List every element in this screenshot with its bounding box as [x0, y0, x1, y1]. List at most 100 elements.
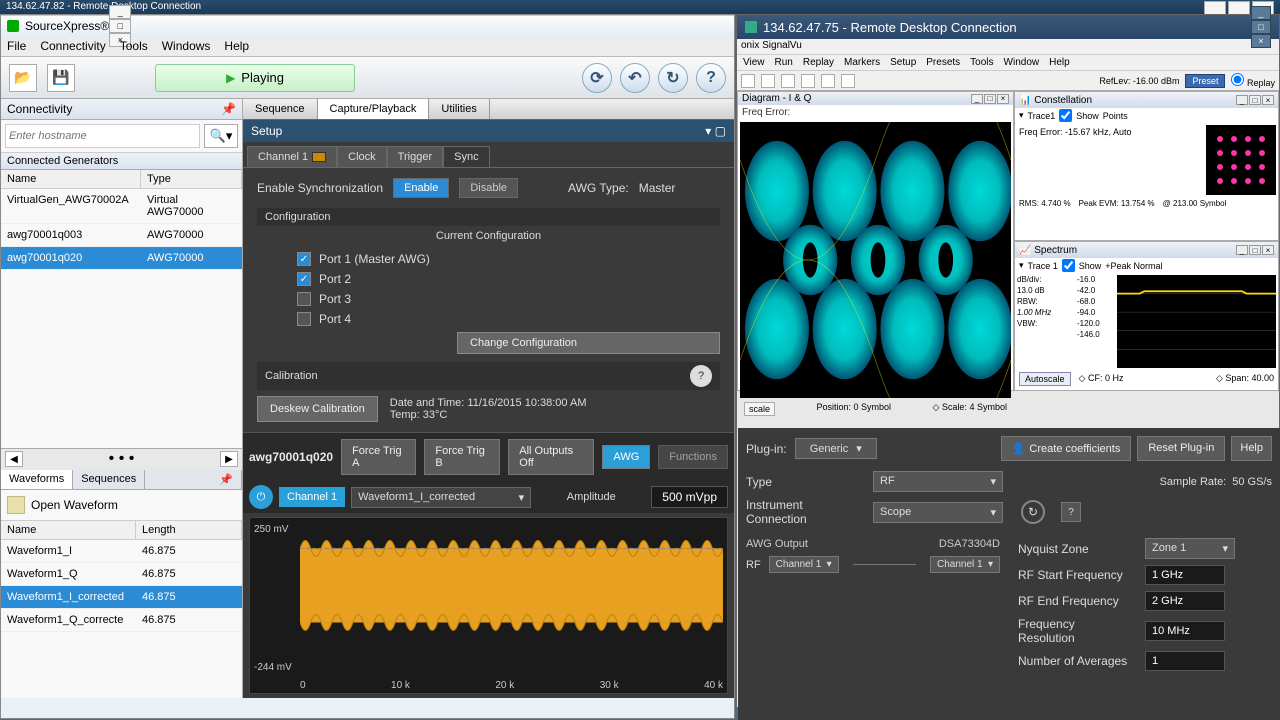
r-min[interactable]: _	[1251, 6, 1271, 20]
channel-1-label[interactable]: Channel 1	[279, 487, 345, 507]
all-outputs-off[interactable]: All Outputs Off	[508, 439, 594, 475]
preset-button[interactable]: Preset	[1185, 74, 1225, 88]
create-coef-button[interactable]: 👤Create coefficients	[1001, 436, 1132, 461]
m-replay[interactable]: Replay	[803, 57, 834, 68]
wf-pin-icon[interactable]: 📌	[211, 470, 242, 489]
avg-input[interactable]: 1	[1145, 651, 1225, 671]
m-tools[interactable]: Tools	[970, 57, 993, 68]
menu-connectivity[interactable]: Connectivity	[40, 39, 105, 53]
rf-start-input[interactable]: 1 GHz	[1145, 565, 1225, 585]
force-trig-b[interactable]: Force Trig B	[424, 439, 500, 475]
outer-min[interactable]: _	[1204, 1, 1226, 15]
deskew-button[interactable]: Deskew Calibration	[257, 396, 378, 422]
round-btn-3[interactable]: ↻	[658, 63, 688, 93]
eye-max[interactable]: □	[984, 94, 996, 104]
c-close[interactable]: ×	[1262, 95, 1274, 105]
round-btn-2[interactable]: ↶	[620, 63, 650, 93]
m-window[interactable]: Window	[1004, 57, 1040, 68]
tab-capture[interactable]: Capture/Playback	[318, 99, 430, 119]
m-view[interactable]: View	[743, 57, 765, 68]
spec-trace[interactable]: Trace 1	[1028, 261, 1058, 271]
rf-ch-a[interactable]: Channel 1▾	[769, 556, 839, 573]
col-name[interactable]: Name	[1, 170, 141, 188]
setup-tab-ch1[interactable]: Channel 1	[247, 146, 337, 167]
tb2-1[interactable]	[741, 74, 755, 88]
m-setup[interactable]: Setup	[890, 57, 916, 68]
wf-row-selected[interactable]: Waveform1_I_corrected46.875	[1, 586, 242, 609]
wf-row[interactable]: Waveform1_Q_correcte46.875	[1, 609, 242, 632]
tb2-2[interactable]	[761, 74, 775, 88]
nav-right[interactable]: ▶	[220, 451, 238, 467]
tb2-4[interactable]	[801, 74, 815, 88]
m-presets[interactable]: Presets	[926, 57, 960, 68]
menu-file[interactable]: File	[7, 39, 26, 53]
functions-button[interactable]: Functions	[658, 445, 728, 469]
m-markers[interactable]: Markers	[844, 57, 880, 68]
wf-col-len[interactable]: Length	[136, 521, 242, 539]
replay-radio[interactable]	[1231, 73, 1244, 86]
scale-button[interactable]: scale	[744, 402, 775, 416]
freq-res-input[interactable]: 10 MHz	[1145, 621, 1225, 641]
s-min[interactable]: _	[1236, 245, 1248, 255]
play-button[interactable]: ▶Playing	[155, 64, 355, 92]
reset-plugin-button[interactable]: Reset Plug-in	[1137, 436, 1225, 461]
waveform-plot[interactable]: 250 mV -244 mV 0 10 k 20 k 30 k 40 k	[249, 517, 728, 694]
constellation-plot[interactable]	[1206, 125, 1276, 195]
hostname-input[interactable]	[5, 124, 200, 148]
tb2-5[interactable]	[821, 74, 835, 88]
r-max[interactable]: □	[1251, 20, 1271, 34]
plugin-help-button[interactable]: Help	[1231, 436, 1272, 461]
menu-tools[interactable]: Tools	[120, 39, 148, 53]
waveform-select[interactable]: Waveform1_I_corrected▾	[351, 487, 531, 508]
setup-collapse[interactable]: ▾ ▢	[705, 124, 726, 138]
setup-tab-sync[interactable]: Sync	[443, 146, 489, 167]
gen-row[interactable]: awg70001q003AWG70000	[1, 224, 242, 247]
port3-check[interactable]	[297, 292, 311, 306]
tab-sequence[interactable]: Sequence	[243, 99, 318, 119]
min-button[interactable]: _	[109, 5, 131, 19]
port2-check[interactable]: ✓	[297, 272, 311, 286]
disable-button[interactable]: Disable	[459, 178, 518, 198]
awg-button[interactable]: AWG	[602, 445, 650, 469]
outer-max[interactable]: □	[1228, 1, 1250, 15]
refresh-icon[interactable]: ↻	[1021, 500, 1045, 524]
r-close[interactable]: ×	[1251, 34, 1271, 48]
eye-diagram[interactable]	[740, 122, 1011, 398]
force-trig-a[interactable]: Force Trig A	[341, 439, 416, 475]
gen-row[interactable]: VirtualGen_AWG70002AVirtual AWG70000	[1, 189, 242, 224]
rf-ch-b[interactable]: Channel 1▾	[930, 556, 1000, 573]
change-config-button[interactable]: Change Configuration	[457, 332, 720, 354]
open-waveform-button[interactable]: Open Waveform	[1, 490, 242, 521]
gen-row-selected[interactable]: awg70001q020AWG70000	[1, 247, 242, 270]
s-close[interactable]: ×	[1262, 245, 1274, 255]
autoscale-button[interactable]: Autoscale	[1019, 372, 1071, 386]
search-button[interactable]: 🔍▾	[204, 124, 238, 148]
rf-end-input[interactable]: 2 GHz	[1145, 591, 1225, 611]
spec-show-check[interactable]	[1062, 259, 1075, 272]
instr-info[interactable]: ?	[1061, 502, 1081, 522]
tab-utilities[interactable]: Utilities	[429, 99, 489, 119]
m-run[interactable]: Run	[775, 57, 793, 68]
instr-select[interactable]: Scope▾	[873, 502, 1003, 523]
round-btn-1[interactable]: ⟳	[582, 63, 612, 93]
wf-row[interactable]: Waveform1_Q46.875	[1, 563, 242, 586]
port4-check[interactable]	[297, 312, 311, 326]
s-max[interactable]: □	[1249, 245, 1261, 255]
calib-help[interactable]: ?	[690, 365, 712, 387]
port1-check[interactable]: ✓	[297, 252, 311, 266]
tab-waveforms[interactable]: Waveforms	[1, 470, 73, 489]
menu-windows[interactable]: Windows	[162, 39, 211, 53]
eye-close[interactable]: ×	[997, 94, 1009, 104]
menu-help[interactable]: Help	[224, 39, 249, 53]
enable-button[interactable]: Enable	[393, 178, 449, 198]
nyq-select[interactable]: Zone 1▾	[1145, 538, 1235, 559]
tb2-3[interactable]	[781, 74, 795, 88]
nav-left[interactable]: ◀	[5, 451, 23, 467]
spectrum-plot[interactable]	[1117, 275, 1276, 368]
power-icon[interactable]: ⏻	[249, 485, 273, 509]
eye-min[interactable]: _	[971, 94, 983, 104]
m-help[interactable]: Help	[1049, 57, 1070, 68]
plugin-select[interactable]: Generic ▾	[795, 438, 877, 459]
col-type[interactable]: Type	[141, 170, 242, 188]
show-check[interactable]	[1059, 109, 1072, 122]
